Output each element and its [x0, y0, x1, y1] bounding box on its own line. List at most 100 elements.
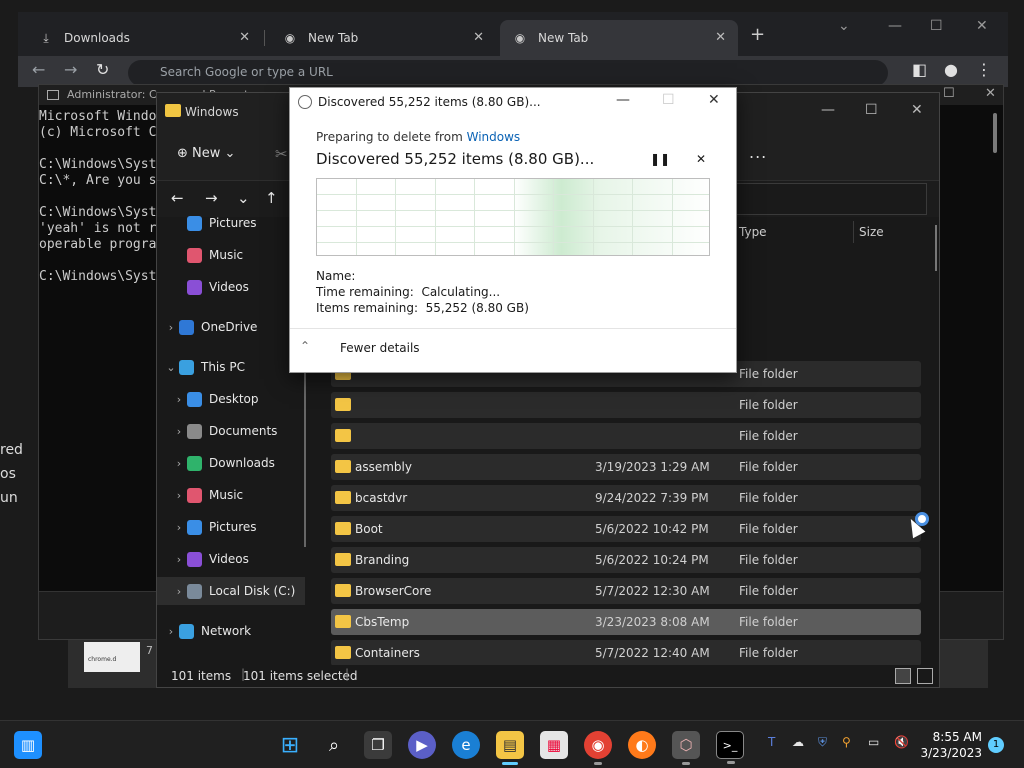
- chevron-right-icon[interactable]: ›: [171, 521, 187, 534]
- chevron-down-icon[interactable]: ⌄: [163, 361, 179, 374]
- edge-icon[interactable]: e: [452, 731, 480, 759]
- notification-badge[interactable]: 1: [988, 737, 1004, 753]
- forward-icon[interactable]: →: [64, 60, 77, 79]
- more-options-icon[interactable]: ...: [749, 143, 767, 162]
- security-tray-icon[interactable]: ⛨: [818, 735, 827, 750]
- column-separator[interactable]: [853, 221, 854, 243]
- nav-item-documents[interactable]: › Documents: [157, 417, 305, 445]
- chevron-right-icon[interactable]: ›: [171, 425, 187, 438]
- file-list-scrollbar[interactable]: [935, 225, 937, 271]
- kebab-menu-icon[interactable]: ⋮: [976, 60, 992, 79]
- file-row[interactable]: BrowserCore 5/7/2022 12:30 AM File folder: [331, 578, 921, 604]
- chevron-right-icon[interactable]: ›: [171, 553, 187, 566]
- recycle-app-icon[interactable]: ⬡: [672, 731, 700, 765]
- file-row[interactable]: assembly 3/19/2023 1:29 AM File folder: [331, 454, 921, 480]
- file-row[interactable]: File folder: [331, 423, 921, 449]
- nav-item-pictures[interactable]: › Pictures: [157, 513, 305, 541]
- teams-chat-icon[interactable]: ▶: [408, 731, 436, 759]
- details-view-icon[interactable]: [895, 668, 911, 684]
- file-row[interactable]: Branding 5/6/2022 10:24 PM File folder: [331, 547, 921, 573]
- pause-button[interactable]: ❚❚: [650, 152, 670, 166]
- close-icon[interactable]: ✕: [708, 92, 720, 108]
- reload-icon[interactable]: ↻: [96, 60, 109, 79]
- teams-tray-icon[interactable]: T: [768, 735, 775, 749]
- column-header-size[interactable]: Size: [859, 217, 884, 241]
- file-row[interactable]: File folder: [331, 392, 921, 418]
- file-type: File folder: [739, 584, 798, 598]
- nav-item-this-pc[interactable]: ⌄ This PC: [157, 353, 305, 381]
- file-row[interactable]: CbsTemp 3/23/2023 8:08 AM File folder: [331, 609, 921, 635]
- minimize-icon[interactable]: —: [616, 92, 630, 108]
- minimize-icon[interactable]: —: [821, 102, 835, 118]
- fewer-details-button[interactable]: Fewer details: [340, 341, 420, 355]
- up-icon[interactable]: ↑: [265, 189, 278, 207]
- recent-locations-icon[interactable]: ⌄: [237, 189, 250, 207]
- nav-item-videos[interactable]: › Videos: [157, 545, 305, 573]
- nav-item-videos[interactable]: Videos: [157, 273, 305, 301]
- chevron-right-icon[interactable]: ›: [171, 585, 187, 598]
- file-explorer-icon[interactable]: ▤: [496, 731, 524, 765]
- tab-new-tab-1[interactable]: ◉ New Tab ✕: [270, 20, 496, 56]
- chevron-right-icon[interactable]: ›: [171, 393, 187, 406]
- cut-icon[interactable]: ✂: [275, 145, 288, 163]
- tab-downloads[interactable]: ⤓ Downloads ✕: [26, 20, 262, 56]
- nav-item-desktop[interactable]: › Desktop: [157, 385, 305, 413]
- nav-item-music[interactable]: Music: [157, 241, 305, 269]
- clock[interactable]: 8:55 AM 3/23/2023: [918, 729, 982, 761]
- close-tab-icon[interactable]: ✕: [473, 30, 484, 45]
- close-icon[interactable]: ✕: [911, 102, 923, 118]
- minimize-icon[interactable]: —: [888, 18, 902, 34]
- maximize-icon[interactable]: ☐: [865, 102, 878, 118]
- back-icon[interactable]: ←: [171, 189, 184, 207]
- nav-item-network[interactable]: › Network: [157, 617, 305, 645]
- chevron-down-icon[interactable]: ⌄: [838, 18, 850, 34]
- thumbnail-chrome[interactable]: chrome.d: [84, 642, 140, 672]
- volume-muted-icon[interactable]: 🔇: [894, 735, 909, 749]
- chevron-right-icon[interactable]: ›: [171, 489, 187, 502]
- widgets-icon[interactable]: ▥: [14, 731, 42, 759]
- file-row[interactable]: Boot 5/6/2022 10:42 PM File folder: [331, 516, 921, 542]
- maximize-icon[interactable]: ☐: [930, 18, 943, 34]
- preparing-target-link[interactable]: Windows: [467, 130, 521, 144]
- start-icon[interactable]: ⊞: [276, 731, 304, 759]
- firefox-icon[interactable]: ◐: [628, 731, 656, 759]
- store-icon[interactable]: ▦: [540, 731, 568, 759]
- chrome-icon[interactable]: ◉: [584, 731, 612, 765]
- profile-icon[interactable]: ●: [944, 60, 958, 79]
- omnibox[interactable]: Search Google or type a URL: [128, 60, 888, 86]
- close-tab-icon[interactable]: ✕: [715, 30, 726, 45]
- nav-item-pictures[interactable]: Pictures: [157, 209, 305, 237]
- side-panel-icon[interactable]: ◧: [912, 60, 927, 79]
- tab-new-tab-2[interactable]: ◉ New Tab ✕: [500, 20, 738, 56]
- chevron-right-icon[interactable]: ›: [163, 321, 179, 334]
- nav-item-onedrive[interactable]: › OneDrive: [157, 313, 305, 341]
- search-box[interactable]: [727, 183, 927, 215]
- forward-icon[interactable]: →: [205, 189, 218, 207]
- search-icon[interactable]: ⌕: [320, 731, 348, 759]
- column-header-type[interactable]: Type: [739, 217, 767, 241]
- tiles-view-icon[interactable]: [917, 668, 933, 684]
- chevron-up-icon[interactable]: ⌃: [300, 339, 310, 353]
- new-button[interactable]: ⊕ New ⌄: [177, 146, 235, 161]
- maximize-icon[interactable]: ☐: [943, 86, 955, 101]
- nav-item-local-disk-c[interactable]: › Local Disk (C:): [157, 577, 305, 605]
- chevron-right-icon[interactable]: ›: [171, 457, 187, 470]
- chevron-right-icon[interactable]: ›: [163, 625, 179, 638]
- back-icon[interactable]: ←: [32, 60, 45, 79]
- nav-item-music[interactable]: › Music: [157, 481, 305, 509]
- file-row[interactable]: Containers 5/7/2022 12:40 AM File folder: [331, 640, 921, 666]
- cancel-button[interactable]: ✕: [696, 152, 706, 166]
- task-view-icon[interactable]: ❐: [364, 731, 392, 759]
- file-row[interactable]: bcastdvr 9/24/2022 7:39 PM File folder: [331, 485, 921, 511]
- close-tab-icon[interactable]: ✕: [239, 30, 250, 45]
- close-icon[interactable]: ✕: [976, 18, 988, 34]
- onedrive-tray-icon[interactable]: ☁: [792, 735, 804, 749]
- nav-item-downloads[interactable]: › Downloads: [157, 449, 305, 477]
- terminal-icon[interactable]: >_: [716, 731, 744, 764]
- network-tray-icon[interactable]: ▭: [868, 735, 879, 749]
- cmd-output[interactable]: Microsoft Windo (c) Microsoft C C:\Windows…: [39, 109, 156, 285]
- cmd-scrollbar[interactable]: [993, 113, 997, 153]
- search-tray-icon[interactable]: ⚲: [842, 735, 851, 749]
- close-icon[interactable]: ✕: [985, 86, 996, 101]
- new-tab-plus-icon[interactable]: +: [750, 24, 765, 45]
